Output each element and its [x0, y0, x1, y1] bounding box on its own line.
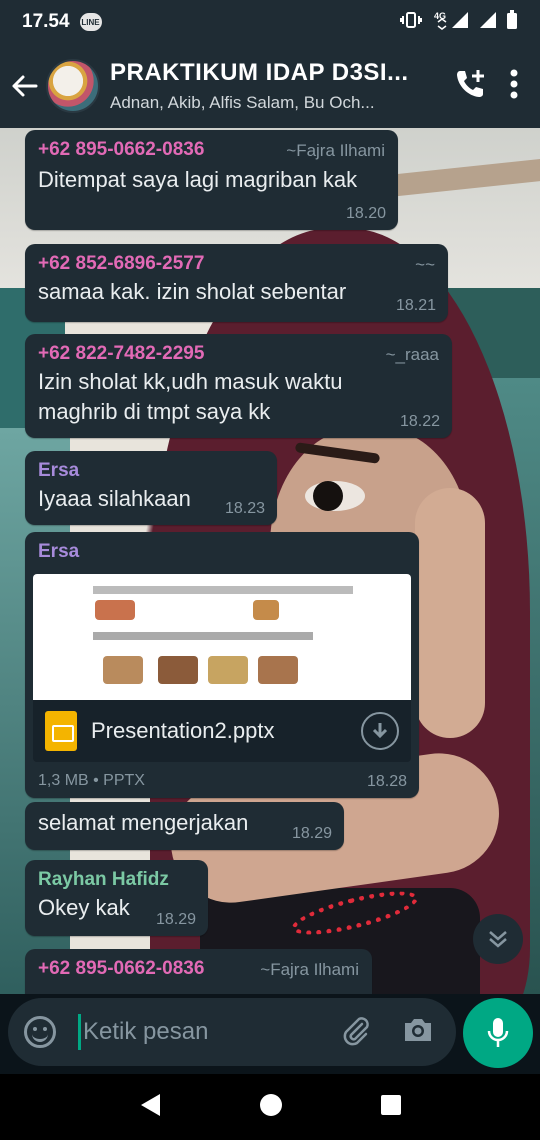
- message-input-bar: Ketik pesan: [0, 994, 540, 1074]
- group-title: PRAKTIKUM IDAP D3SI...: [110, 59, 409, 86]
- message-bubble[interactable]: selamat mengerjakan 18.29: [25, 802, 344, 850]
- scroll-to-bottom-button[interactable]: [473, 914, 523, 964]
- text-cursor: [78, 1014, 81, 1050]
- message-text: selamat mengerjakan: [38, 810, 249, 835]
- network-4g-icon: 4G: [430, 10, 470, 35]
- document-meta: 1,3 MB • PPTX: [38, 772, 145, 789]
- message-time: 18.29: [291, 825, 332, 842]
- document-thumbnail[interactable]: [33, 574, 411, 700]
- message-bubble[interactable]: +62 852-6896-2577 ~~ samaa kak. izin sho…: [25, 244, 448, 322]
- message-text-line: maghrib di tmpt saya kk: [38, 399, 271, 424]
- add-call-button[interactable]: [454, 67, 488, 106]
- chat-area[interactable]: +62 895-0662-0836 ~Fajra Ilhami Ditempat…: [0, 128, 540, 994]
- more-vert-icon: [510, 69, 518, 98]
- status-time: 17.54: [22, 11, 70, 32]
- message-time: 18.29: [155, 911, 196, 928]
- square-recents-icon: [380, 1094, 401, 1115]
- message-time: 18.21: [395, 297, 436, 314]
- message-time: 18.20: [345, 205, 386, 222]
- nav-back-button[interactable]: [138, 1092, 162, 1123]
- paperclip-icon: [343, 1016, 369, 1045]
- message-bubble[interactable]: +62 895-0662-0836 ~Fajra Ilhami Ditempat…: [25, 130, 398, 230]
- document-file-bar[interactable]: Presentation2.pptx: [33, 700, 411, 762]
- message-sender: Rayhan Hafidz: [38, 869, 169, 890]
- camera-button[interactable]: [402, 1016, 434, 1049]
- vibrate-icon: [400, 11, 422, 34]
- circle-home-icon: [259, 1093, 282, 1116]
- triangle-back-icon: [141, 1093, 161, 1116]
- message-sender-alias: ~Fajra Ilhami: [286, 141, 385, 160]
- message-bubble[interactable]: +62 822-7482-2295 ~_raaa Izin sholat kk,…: [25, 334, 452, 438]
- download-button[interactable]: [361, 712, 399, 750]
- message-sender: +62 822-7482-2295: [38, 343, 205, 364]
- svg-text:4G: 4G: [434, 11, 446, 21]
- system-navigation-bar: [0, 1074, 540, 1140]
- message-input-placeholder[interactable]: Ketik pesan: [83, 1018, 340, 1046]
- message-time: 18.23: [224, 500, 265, 517]
- battery-icon: [506, 9, 518, 35]
- download-icon: [372, 723, 388, 739]
- document-message-bubble[interactable]: Ersa Presentation2.pptx 1,3 MB • PPTX 18…: [25, 532, 419, 798]
- back-button[interactable]: [2, 44, 46, 128]
- message-time: 18.22: [399, 413, 440, 430]
- message-sender: Ersa: [38, 541, 80, 562]
- document-name: Presentation2.pptx: [91, 718, 275, 743]
- message-text: samaa kak. izin sholat sebentar: [38, 279, 347, 304]
- status-bar: 17.54 LINE 4G: [0, 0, 540, 44]
- camera-icon: [405, 1018, 431, 1041]
- more-options-button[interactable]: [510, 69, 518, 104]
- message-input-field[interactable]: Ketik pesan: [8, 998, 456, 1066]
- message-text-line: Izin sholat kk,udh masuk waktu: [38, 369, 343, 394]
- message-bubble[interactable]: +62 895-0662-0836 ~Fajra Ilhami: [25, 949, 372, 994]
- emoji-button[interactable]: [24, 1016, 56, 1048]
- message-time: 18.28: [366, 773, 407, 790]
- group-avatar[interactable]: [46, 59, 100, 113]
- voice-message-button[interactable]: [463, 998, 533, 1068]
- line-notification-icon: LINE: [79, 13, 102, 31]
- arrow-left-icon: [12, 75, 38, 97]
- message-bubble[interactable]: Rayhan Hafidz Okey kak 18.29: [25, 860, 208, 936]
- microphone-icon: [487, 1018, 509, 1047]
- group-members: Adnan, Akib, Alfis Salam, Bu Och...: [110, 93, 375, 112]
- message-text: Ditempat saya lagi magriban kak: [38, 167, 358, 192]
- message-sender-alias: ~~: [415, 255, 435, 274]
- message-sender-alias: ~_raaa: [385, 345, 439, 364]
- message-sender: +62 852-6896-2577: [38, 253, 205, 274]
- message-bubble[interactable]: Ersa Iyaaa silahkaan 18.23: [25, 451, 277, 525]
- double-chevron-down-icon: [489, 931, 507, 948]
- chat-header: PRAKTIKUM IDAP D3SI... Adnan, Akib, Alfi…: [0, 44, 540, 128]
- signal-icon: [478, 11, 498, 34]
- add-call-icon: [457, 69, 484, 97]
- chat-header-info[interactable]: PRAKTIKUM IDAP D3SI... Adnan, Akib, Alfi…: [110, 59, 446, 113]
- nav-recents-button[interactable]: [380, 1094, 402, 1121]
- pptx-file-icon: [45, 711, 77, 751]
- attach-button[interactable]: [340, 1014, 372, 1051]
- message-sender-alias: ~Fajra Ilhami: [260, 960, 359, 979]
- message-sender: Ersa: [38, 460, 80, 481]
- nav-home-button[interactable]: [259, 1093, 283, 1122]
